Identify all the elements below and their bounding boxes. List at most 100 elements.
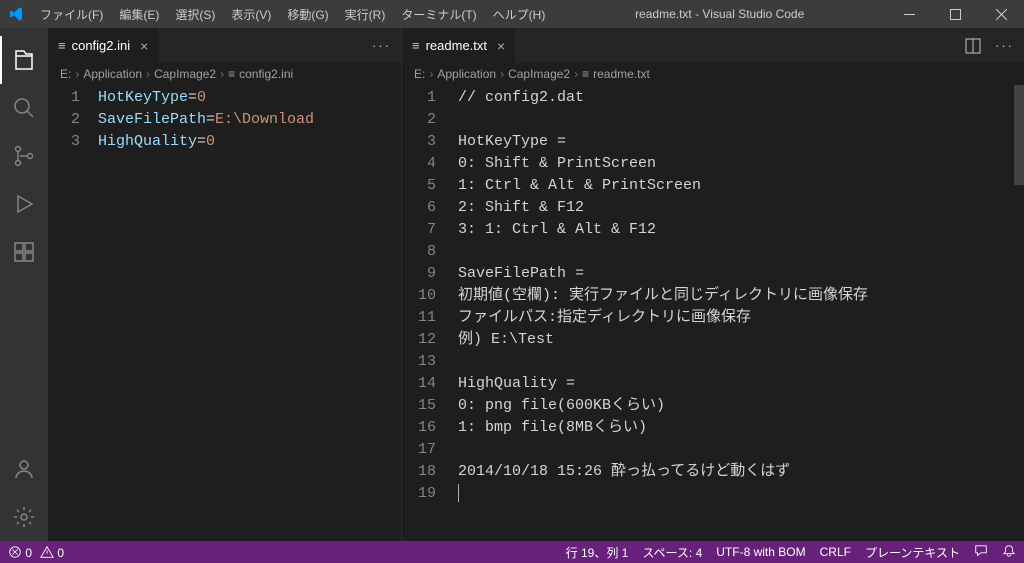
code-line[interactable]: 12例) E:\Test [402,329,1024,351]
code-line[interactable]: 3HighQuality=0 [48,131,401,153]
code-text[interactable]: HighQuality=0 [98,131,215,153]
line-number: 10 [402,285,458,307]
status-indentation[interactable]: スペース: 4 [642,544,702,561]
code-line[interactable]: 62: Shift & F12 [402,197,1024,219]
menu-edit[interactable]: 編集(E) [111,2,167,27]
window-maximize-button[interactable] [932,0,978,28]
breadcrumbs-right[interactable]: E:› Application› CapImage2› ≡ readme.txt [402,63,1024,85]
code-text[interactable]: 0: Shift & PrintScreen [458,153,656,175]
activity-extensions-icon[interactable] [0,228,48,276]
menu-terminal[interactable]: ターミナル(T) [393,2,484,27]
code-text[interactable]: 0: png file(600KBくらい) [458,395,665,417]
code-line[interactable]: 11ファイルパス:指定ディレクトリに画像保存 [402,307,1024,329]
code-text[interactable]: SaveFilePath = [458,263,584,285]
activity-explorer-icon[interactable] [0,36,48,84]
code-text[interactable]: 3: 1: Ctrl & Alt & F12 [458,219,656,241]
menu-file[interactable]: ファイル(F) [32,2,111,27]
code-text[interactable]: 初期値(空欄): 実行ファイルと同じディレクトリに画像保存 [458,285,868,307]
code-text[interactable]: HotKeyType = [458,131,566,153]
status-line-col[interactable]: 行 19、列 1 [566,544,629,561]
code-text[interactable]: 1: Ctrl & Alt & PrintScreen [458,175,701,197]
activity-search-icon[interactable] [0,84,48,132]
code-line[interactable]: 10初期値(空欄): 実行ファイルと同じディレクトリに画像保存 [402,285,1024,307]
code-line[interactable]: 51: Ctrl & Alt & PrintScreen [402,175,1024,197]
code-line[interactable]: 13 [402,351,1024,373]
status-language[interactable]: プレーンテキスト [865,544,960,561]
code-text[interactable]: HighQuality = [458,373,575,395]
menu-selection[interactable]: 選択(S) [167,2,223,27]
line-number: 1 [402,87,458,109]
activity-source-control-icon[interactable] [0,132,48,180]
line-number: 5 [402,175,458,197]
code-line[interactable]: 8 [402,241,1024,263]
code-text[interactable] [458,483,459,505]
code-text[interactable]: // config2.dat [458,87,584,109]
tab-row-right: ≡ readme.txt × ··· [402,28,1024,63]
breadcrumb-segment[interactable]: config2.ini [239,67,293,81]
code-text[interactable]: 例) E:\Test [458,329,554,351]
line-number: 18 [402,461,458,483]
breadcrumb-segment[interactable]: CapImage2 [154,67,216,81]
code-text[interactable]: SaveFilePath=E:\Download [98,109,314,131]
code-line[interactable]: 1// config2.dat [402,87,1024,109]
menu-view[interactable]: 表示(V) [223,2,279,27]
code-text[interactable]: ファイルパス:指定ディレクトリに画像保存 [458,307,751,329]
breadcrumb-segment[interactable]: E: [60,67,71,81]
code-line[interactable]: 19 [402,483,1024,505]
split-editor-icon[interactable] [965,38,981,54]
code-line[interactable]: 17 [402,439,1024,461]
status-feedback-icon[interactable] [974,544,988,561]
tab-readme-txt[interactable]: ≡ readme.txt × [402,28,516,63]
breadcrumb-segment[interactable]: E: [414,67,425,81]
code-text[interactable]: HotKeyType=0 [98,87,206,109]
window-minimize-button[interactable] [886,0,932,28]
tab-config2-ini[interactable]: ≡ config2.ini × [48,28,159,63]
title-bar: ファイル(F) 編集(E) 選択(S) 表示(V) 移動(G) 実行(R) ター… [0,0,1024,28]
code-line[interactable]: 182014/10/18 15:26 酔っ払ってるけど動くはず [402,461,1024,483]
status-bar: 0 0 行 19、列 1 スペース: 4 UTF-8 with BOM CRLF… [0,541,1024,563]
menu-run[interactable]: 実行(R) [337,2,394,27]
close-icon[interactable]: × [140,38,148,54]
editor-more-actions-icon[interactable]: ··· [995,38,1014,54]
code-text[interactable]: 2014/10/18 15:26 酔っ払ってるけど動くはず [458,461,790,483]
close-icon[interactable]: × [497,38,505,54]
line-number: 6 [402,197,458,219]
editor-text-left[interactable]: 1HotKeyType=02SaveFilePath=E:\Download3H… [48,85,401,541]
scrollbar-track[interactable] [1014,85,1024,541]
breadcrumb-segment[interactable]: Application [437,67,496,81]
activity-account-icon[interactable] [0,445,48,493]
menu-help[interactable]: ヘルプ(H) [485,2,554,27]
editor-group-right: ≡ readme.txt × ··· E:› Application› CapI… [402,28,1024,541]
code-line[interactable]: 1HotKeyType=0 [48,87,401,109]
code-line[interactable]: 14HighQuality = [402,373,1024,395]
status-warnings[interactable]: 0 [40,545,64,560]
text-cursor [458,484,459,502]
menu-go[interactable]: 移動(G) [279,2,336,27]
status-encoding[interactable]: UTF-8 with BOM [716,545,805,559]
code-line[interactable]: 3HotKeyType = [402,131,1024,153]
code-line[interactable]: 73: 1: Ctrl & Alt & F12 [402,219,1024,241]
breadcrumb-segment[interactable]: CapImage2 [508,67,570,81]
code-text[interactable]: 1: bmp file(8MBくらい) [458,417,647,439]
code-text[interactable]: 2: Shift & F12 [458,197,584,219]
code-line[interactable]: 2 [402,109,1024,131]
line-number: 19 [402,483,458,505]
breadcrumbs-left[interactable]: E:› Application› CapImage2› ≡ config2.in… [48,63,401,85]
breadcrumb-segment[interactable]: Application [83,67,142,81]
status-eol[interactable]: CRLF [820,545,851,559]
status-bell-icon[interactable] [1002,544,1016,561]
code-line[interactable]: 2SaveFilePath=E:\Download [48,109,401,131]
code-line[interactable]: 40: Shift & PrintScreen [402,153,1024,175]
status-errors[interactable]: 0 [8,545,32,560]
breadcrumb-segment[interactable]: readme.txt [593,67,650,81]
scrollbar-thumb[interactable] [1014,85,1024,185]
editor-more-actions-icon[interactable]: ··· [372,38,391,53]
code-line[interactable]: 9SaveFilePath = [402,263,1024,285]
window-close-button[interactable] [978,0,1024,28]
activity-run-debug-icon[interactable] [0,180,48,228]
window-title: readme.txt - Visual Studio Code [553,7,886,21]
editor-text-right[interactable]: 1// config2.dat23HotKeyType =40: Shift &… [402,85,1024,541]
code-line[interactable]: 150: png file(600KBくらい) [402,395,1024,417]
code-line[interactable]: 161: bmp file(8MBくらい) [402,417,1024,439]
activity-settings-icon[interactable] [0,493,48,541]
